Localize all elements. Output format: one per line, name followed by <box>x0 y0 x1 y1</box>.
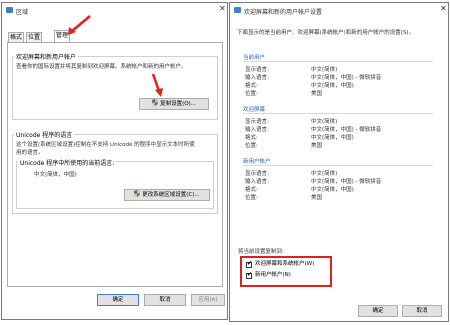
welcome-titlebar: 欢迎屏幕和新的用户帐户设置 ✕ <box>230 3 448 17</box>
row-value: 中文(简体，中国) <box>311 187 354 193</box>
row-value: 美国 <box>311 195 323 201</box>
tab-format[interactable]: 格式 <box>8 32 24 42</box>
welcome-system-account-checkbox[interactable] <box>246 260 252 268</box>
row-value: 中文(简体，中国) - 微软拼音 <box>311 179 382 185</box>
row-label: 格式: <box>245 83 258 89</box>
row-value: 中文(简体，中国) <box>311 135 354 141</box>
current-lang-value: 中文(简体，中国) <box>34 172 77 178</box>
ok-button[interactable]: 确定 <box>358 305 398 317</box>
annotation-arrow-tab <box>68 15 91 35</box>
cancel-button[interactable]: 取消 <box>402 305 442 317</box>
welcome-title: 欢迎屏幕和新的用户帐户设置 <box>244 9 323 16</box>
row-label: 输入语言: <box>245 127 269 133</box>
row-label: 格式: <box>245 135 258 141</box>
row-value: 中文(简体) <box>311 171 338 177</box>
row-label: 位置: <box>245 91 258 97</box>
current-lang-group <box>16 161 214 209</box>
row-value: 中文(简体) <box>311 67 338 73</box>
change-locale-label: 更改系统区域设置(C)... <box>142 192 200 198</box>
row-value: 美国 <box>311 143 323 149</box>
row-value: 中文(简体，中国) <box>311 83 354 89</box>
row-value: 中文(简体，中国) - 微软拼音 <box>311 127 382 133</box>
row-label: 显示语言: <box>245 119 269 125</box>
row-label: 位置: <box>245 195 258 201</box>
welcome-system-account-label: 欢迎屏幕和系统帐户(W) <box>255 261 315 267</box>
row-value: 中文(简体) <box>311 119 338 125</box>
copy-settings-label: 复制设置(O)... <box>160 101 196 107</box>
row-value: 美国 <box>311 91 323 97</box>
row-label: 显示语言: <box>245 67 269 73</box>
welcome-intro: 下面显示的是当前用户、欢迎屏幕(系统帐户)和新的用户帐户的设置(S)。 <box>237 30 415 36</box>
welcome-group-title: 欢迎屏幕和新用户帐户 <box>14 52 79 61</box>
row-label: 格式: <box>245 187 258 193</box>
welcome-description: 查看你的国际设置并将其复制到欢迎屏幕、系统帐户和新的用户帐户。 <box>16 64 187 70</box>
admin-panel: 欢迎屏幕和新用户帐户 查看你的国际设置并将其复制到欢迎屏幕、系统帐户和新的用户帐… <box>7 42 223 287</box>
change-locale-button[interactable]: 更改系统区域设置(C)... <box>124 189 210 201</box>
close-icon[interactable]: ✕ <box>440 5 447 13</box>
row-label: 位置: <box>245 143 258 149</box>
apply-button[interactable]: 应用(A) <box>191 294 225 306</box>
region-titlebar: 区域 ✕ <box>2 3 227 17</box>
row-label: 输入语言: <box>245 75 269 81</box>
divider <box>243 61 433 62</box>
welcome-settings-dialog: 欢迎屏幕和新的用户帐户设置 ✕ 下面显示的是当前用户、欢迎屏幕(系统帐户)和新的… <box>229 2 449 322</box>
cancel-button[interactable]: 取消 <box>144 294 186 306</box>
unicode-description-1: 这个设置(系统区域设置)控制在不支持 Unicode 的程序中显示文本时所使 <box>16 142 195 148</box>
copy-to-label: 将当前设置复制到: <box>238 249 284 255</box>
region-title: 区域 <box>16 9 29 16</box>
close-icon[interactable]: ✕ <box>219 5 226 13</box>
shield-icon <box>134 190 141 197</box>
current-lang-label: Unicode 程序中所使用的当前语言: <box>18 158 117 167</box>
tab-location[interactable]: 位置 <box>26 32 42 42</box>
welcome-app-icon <box>234 7 241 13</box>
shield-icon <box>152 99 159 106</box>
region-dialog: 区域 ✕ 格式 位置 管理 欢迎屏幕和新用户帐户 查看你的国际设置并将其复制到欢… <box>1 2 228 320</box>
section-welcome-screen: 欢迎屏幕 <box>243 107 266 113</box>
section-current-user: 当前用户 <box>243 55 266 61</box>
new-user-accounts-checkbox[interactable] <box>246 271 252 279</box>
unicode-group-title: Unicode 程序的语言 <box>14 130 75 139</box>
annotation-arrow-copy <box>151 73 163 97</box>
region-app-icon <box>6 7 13 13</box>
ok-button[interactable]: 确定 <box>97 294 139 306</box>
divider <box>243 113 433 114</box>
copy-settings-button[interactable]: 复制设置(O)... <box>139 98 209 110</box>
row-label: 显示语言: <box>245 171 269 177</box>
row-value: 中文(简体，中国) - 微软拼音 <box>311 75 382 81</box>
row-label: 输入语言: <box>245 179 269 185</box>
new-user-accounts-label: 新用户帐户(N) <box>255 272 291 278</box>
unicode-description-2: 用的语言。 <box>16 150 44 156</box>
section-new-user-accounts: 新用户帐户 <box>243 159 271 165</box>
divider <box>243 165 433 166</box>
